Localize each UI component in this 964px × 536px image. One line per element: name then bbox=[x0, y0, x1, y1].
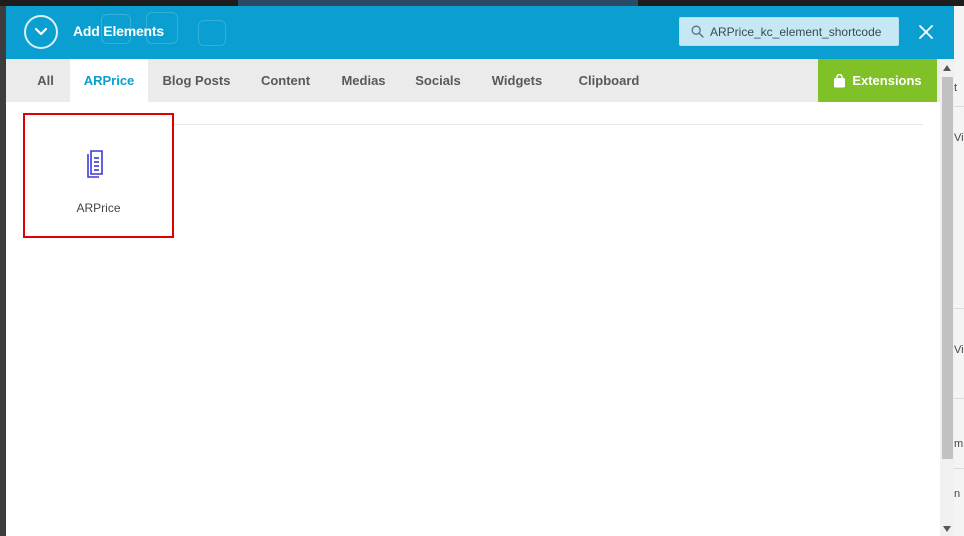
scroll-up-arrow[interactable] bbox=[940, 61, 954, 75]
background-right-strip: t Vis Vis m n bbox=[954, 6, 964, 536]
chevron-down-icon bbox=[34, 27, 48, 36]
document-copy-icon bbox=[87, 150, 103, 178]
tab-widgets[interactable]: Widgets bbox=[481, 59, 553, 102]
category-tabs: All ARPrice Blog Posts Content Medias So… bbox=[6, 59, 940, 102]
search-box[interactable] bbox=[679, 17, 899, 46]
background-fragment: n bbox=[954, 488, 961, 500]
background-fragment: Vis bbox=[954, 132, 964, 144]
shopping-bag-icon bbox=[834, 73, 846, 87]
element-card-label: ARPrice bbox=[76, 201, 121, 215]
tab-clipboard[interactable]: Clipboard bbox=[569, 59, 649, 102]
element-card-arprice[interactable]: ARPrice bbox=[23, 113, 174, 238]
extensions-label: Extensions bbox=[852, 73, 922, 88]
background-fragment: t bbox=[954, 82, 958, 94]
triangle-up-icon bbox=[943, 65, 951, 71]
header-decoration bbox=[198, 20, 226, 46]
close-button[interactable] bbox=[914, 20, 938, 44]
tab-medias[interactable]: Medias bbox=[332, 59, 395, 102]
tab-arprice[interactable]: ARPrice bbox=[70, 59, 148, 102]
background-fragment: Vis bbox=[954, 344, 964, 356]
vertical-scrollbar[interactable] bbox=[940, 59, 954, 536]
modal-header: Add Elements bbox=[6, 6, 954, 59]
collapse-button[interactable] bbox=[24, 15, 58, 49]
background-fragment: m bbox=[954, 438, 964, 450]
scrollbar-thumb[interactable] bbox=[942, 77, 953, 459]
tab-all[interactable]: All bbox=[24, 59, 67, 102]
add-elements-modal: Add Elements All ARPrice Blog Posts Cont… bbox=[6, 6, 954, 536]
tab-content[interactable]: Content bbox=[251, 59, 320, 102]
search-icon bbox=[691, 25, 704, 38]
triangle-down-icon bbox=[943, 526, 951, 532]
extensions-button[interactable]: Extensions bbox=[818, 59, 937, 102]
elements-panel: ARPrice bbox=[6, 102, 940, 536]
modal-title: Add Elements bbox=[73, 23, 164, 39]
scroll-down-arrow[interactable] bbox=[940, 522, 954, 536]
search-input[interactable] bbox=[710, 24, 890, 39]
tab-blog-posts[interactable]: Blog Posts bbox=[155, 59, 238, 102]
tab-socials[interactable]: Socials bbox=[408, 59, 468, 102]
close-icon bbox=[919, 25, 933, 39]
